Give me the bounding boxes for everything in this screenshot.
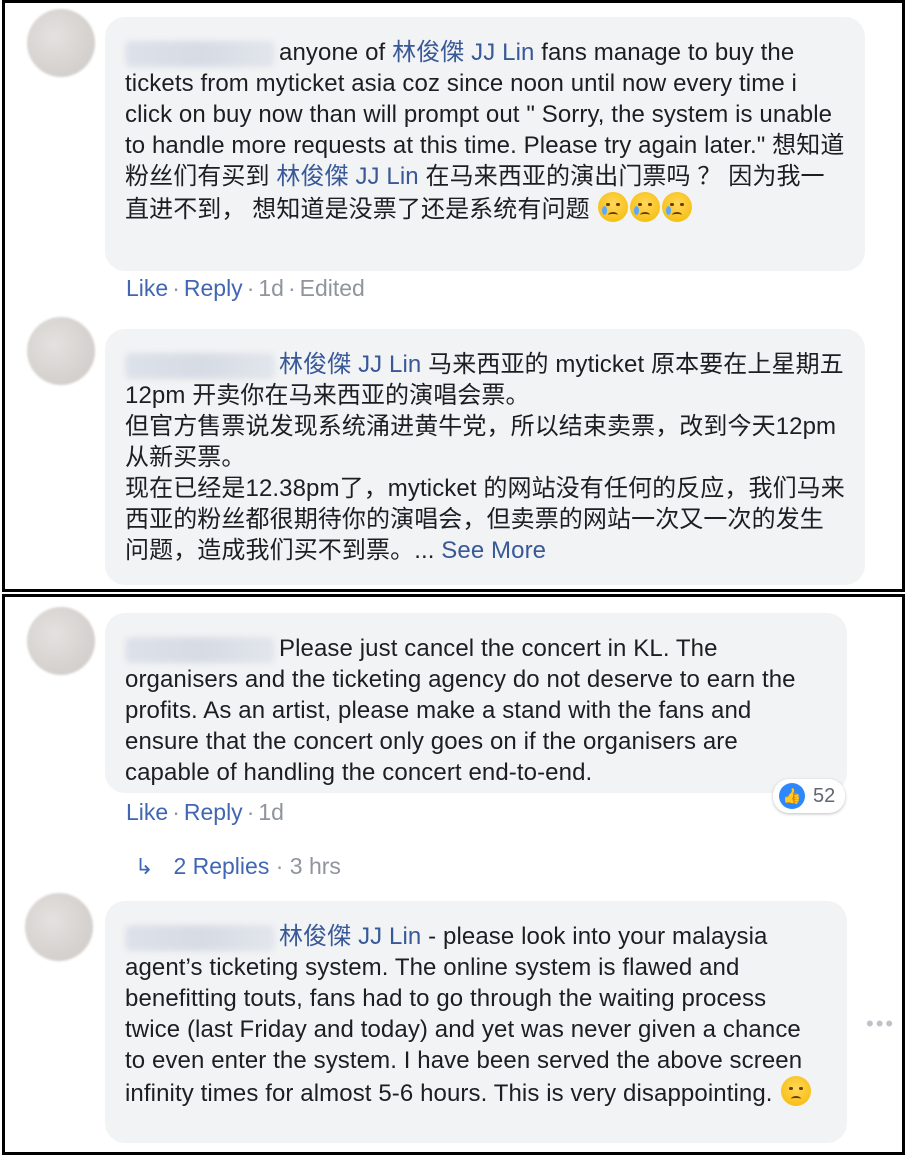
crying-face-icon xyxy=(598,192,629,222)
comment-author[interactable] xyxy=(125,37,279,68)
comment-bubble: Please just cancel the concert in KL. Th… xyxy=(105,613,847,793)
reply-link[interactable]: Reply xyxy=(184,799,243,825)
like-link[interactable]: Like xyxy=(126,799,168,825)
see-more-link[interactable]: See More xyxy=(441,537,546,564)
reply-arrow-icon: ↳ xyxy=(135,853,154,879)
reaction-count[interactable]: 👍 52 xyxy=(773,779,846,813)
crying-face-icon xyxy=(630,192,661,222)
comment-bubble: 林俊傑 JJ Lin - please look into your malay… xyxy=(105,901,847,1143)
comment-author[interactable] xyxy=(125,349,279,380)
comment-age[interactable]: 1d xyxy=(258,799,284,825)
replies-count[interactable]: 2 Replies xyxy=(173,853,269,880)
comment-actions: Like · Reply · 1d xyxy=(126,799,284,825)
comment-actions: Like · Reply · 1d · Edited xyxy=(126,275,365,301)
mention-link[interactable]: 林俊傑 JJ Lin xyxy=(279,923,421,950)
comment-age[interactable]: 1d xyxy=(258,275,284,301)
comment-author[interactable] xyxy=(125,921,279,952)
more-options-icon[interactable]: ••• xyxy=(866,1011,895,1037)
comment-text: 但官方售票说发现系统涌进黄牛党，所以结束卖票，改到今天12pm 从新买票。 xyxy=(125,413,837,471)
avatar[interactable] xyxy=(25,893,93,961)
like-link[interactable]: Like xyxy=(126,275,168,301)
thumbs-up-icon: 👍 xyxy=(779,783,805,809)
comment-bubble: anyone of 林俊傑 JJ Lin fans manage to buy … xyxy=(105,17,865,271)
comments-panel-bottom: Please just cancel the concert in KL. Th… xyxy=(2,594,905,1155)
comments-panel-top: anyone of 林俊傑 JJ Lin fans manage to buy … xyxy=(2,0,905,592)
replies-age: 3 hrs xyxy=(289,853,341,879)
reaction-number: 52 xyxy=(813,784,836,807)
mention-link[interactable]: 林俊傑 JJ Lin xyxy=(392,39,534,66)
comment-bubble: 林俊傑 JJ Lin 马来西亚的 myticket 原本要在上星期五 12pm … xyxy=(105,329,865,585)
avatar[interactable] xyxy=(27,607,95,675)
mention-link[interactable]: 林俊傑 JJ Lin xyxy=(276,163,418,190)
pensive-face-icon xyxy=(781,1076,812,1106)
comment-text: anyone of xyxy=(279,39,393,66)
avatar[interactable] xyxy=(27,317,95,385)
reply-link[interactable]: Reply xyxy=(184,275,243,301)
mention-link[interactable]: 林俊傑 JJ Lin xyxy=(279,351,421,378)
avatar[interactable] xyxy=(27,9,95,77)
crying-face-icon xyxy=(662,192,693,222)
edited-label[interactable]: Edited xyxy=(300,275,365,301)
view-replies[interactable]: ↳ 2 Replies · 3 hrs xyxy=(135,853,341,880)
comment-author[interactable] xyxy=(125,633,279,664)
